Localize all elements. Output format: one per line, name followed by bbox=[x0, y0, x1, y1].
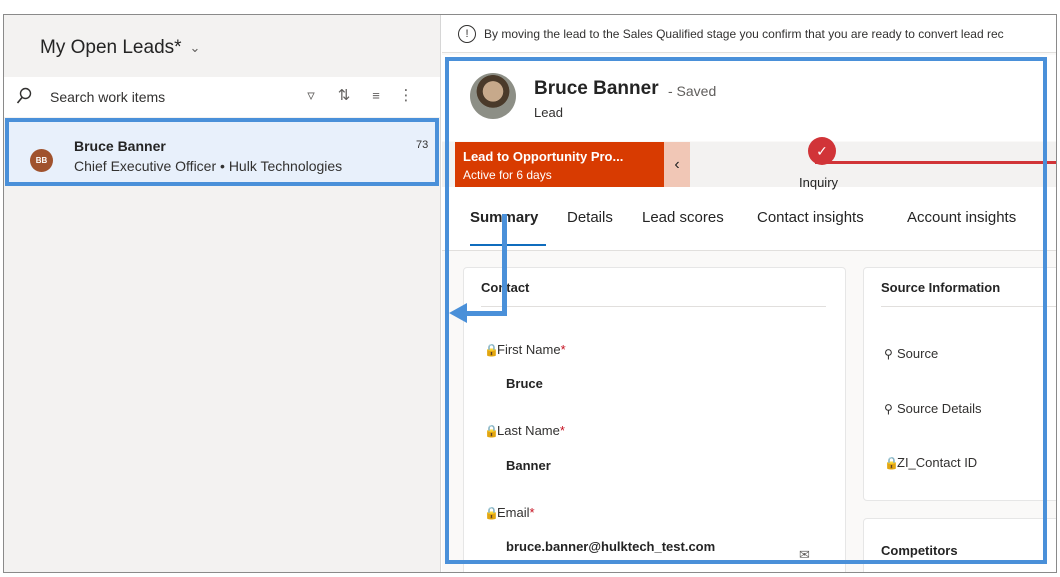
search-input[interactable]: Search work items bbox=[50, 89, 165, 105]
list-options-icon[interactable]: ≡ bbox=[366, 86, 386, 106]
stage-label[interactable]: Inquiry bbox=[799, 175, 838, 190]
chevron-left-icon[interactable]: ‹ bbox=[664, 142, 690, 187]
email-value[interactable]: bruce.banner@hulktech_test.com bbox=[506, 539, 715, 554]
lock-icon: 🔒 bbox=[484, 343, 499, 357]
tab-contact-insights[interactable]: Contact insights bbox=[757, 209, 864, 226]
record-entity-type: Lead bbox=[534, 105, 563, 120]
tab-account-insights[interactable]: Account insights bbox=[907, 209, 1016, 226]
annotation-arrow bbox=[466, 311, 507, 316]
key-icon: ⚲ bbox=[884, 402, 893, 416]
last-name-label: 🔒Last Name* bbox=[484, 423, 565, 438]
save-status: - Saved bbox=[668, 83, 717, 99]
zi-contact-id-label: 🔒ZI_Contact ID bbox=[884, 455, 978, 470]
section-divider bbox=[881, 306, 1056, 307]
required-marker: * bbox=[529, 505, 535, 520]
lock-icon: 🔒 bbox=[884, 456, 899, 470]
active-tab-indicator bbox=[470, 244, 546, 246]
lock-icon: 🔒 bbox=[484, 424, 499, 438]
contact-section bbox=[463, 267, 846, 572]
checkmark-icon[interactable]: ✓ bbox=[808, 137, 836, 165]
work-items-panel: My Open Leads* ⌄ Search work items ▿ ⇅ ≡… bbox=[4, 15, 441, 572]
view-title: My Open Leads* bbox=[40, 37, 182, 58]
filter-icon[interactable]: ▿ bbox=[301, 86, 321, 106]
annotation-arrow bbox=[502, 214, 507, 314]
sort-icon[interactable]: ⇅ bbox=[334, 86, 354, 106]
first-name-label: 🔒First Name* bbox=[484, 342, 566, 357]
chevron-down-icon: ⌄ bbox=[189, 40, 201, 55]
record-name: Bruce Banner bbox=[534, 78, 659, 99]
first-name-value[interactable]: Bruce bbox=[506, 376, 543, 391]
lead-list-item[interactable] bbox=[9, 122, 436, 186]
email-label: 🔒Email* bbox=[484, 505, 535, 520]
source-section-title: Source Information bbox=[881, 280, 1001, 295]
more-options-icon[interactable]: ⋮ bbox=[396, 86, 416, 106]
record-photo bbox=[470, 73, 516, 119]
annotation-arrow-head bbox=[449, 303, 467, 323]
stage-notice-bar: ! By moving the lead to the Sales Qualif… bbox=[442, 15, 1056, 53]
source-details-label: ⚲ Source Details bbox=[884, 401, 982, 416]
key-icon: ⚲ bbox=[884, 347, 893, 361]
avatar: BB bbox=[30, 149, 53, 172]
last-name-value[interactable]: Banner bbox=[506, 458, 551, 473]
lead-name: Bruce Banner bbox=[74, 138, 166, 154]
notice-text: By moving the lead to the Sales Qualifie… bbox=[484, 27, 1004, 41]
source-label: ⚲ Source bbox=[884, 346, 939, 361]
process-duration: Active for 6 days bbox=[463, 168, 552, 182]
competitors-section-title: Competitors bbox=[881, 543, 958, 558]
tab-lead-scores[interactable]: Lead scores bbox=[642, 209, 724, 226]
required-marker: * bbox=[559, 423, 565, 438]
view-selector[interactable]: My Open Leads* ⌄ bbox=[40, 37, 200, 59]
lock-icon: 🔒 bbox=[484, 506, 499, 520]
info-icon: ! bbox=[458, 25, 476, 43]
process-title: Lead to Opportunity Pro... bbox=[463, 149, 624, 164]
compose-email-icon[interactable]: ✉ bbox=[799, 547, 810, 563]
stage-connector bbox=[815, 161, 1056, 164]
search-bar: Search work items ▿ ⇅ ≡ ⋮ bbox=[4, 77, 440, 117]
required-marker: * bbox=[560, 342, 566, 357]
app-frame: My Open Leads* ⌄ Search work items ▿ ⇅ ≡… bbox=[3, 14, 1057, 573]
process-flag[interactable]: Lead to Opportunity Pro... Active for 6 … bbox=[455, 142, 664, 187]
lead-score: 73 bbox=[416, 139, 429, 151]
section-divider bbox=[481, 306, 826, 307]
tab-details[interactable]: Details bbox=[567, 209, 613, 226]
lead-subtitle: Chief Executive Officer • Hulk Technolog… bbox=[74, 158, 343, 174]
search-icon bbox=[16, 87, 32, 104]
